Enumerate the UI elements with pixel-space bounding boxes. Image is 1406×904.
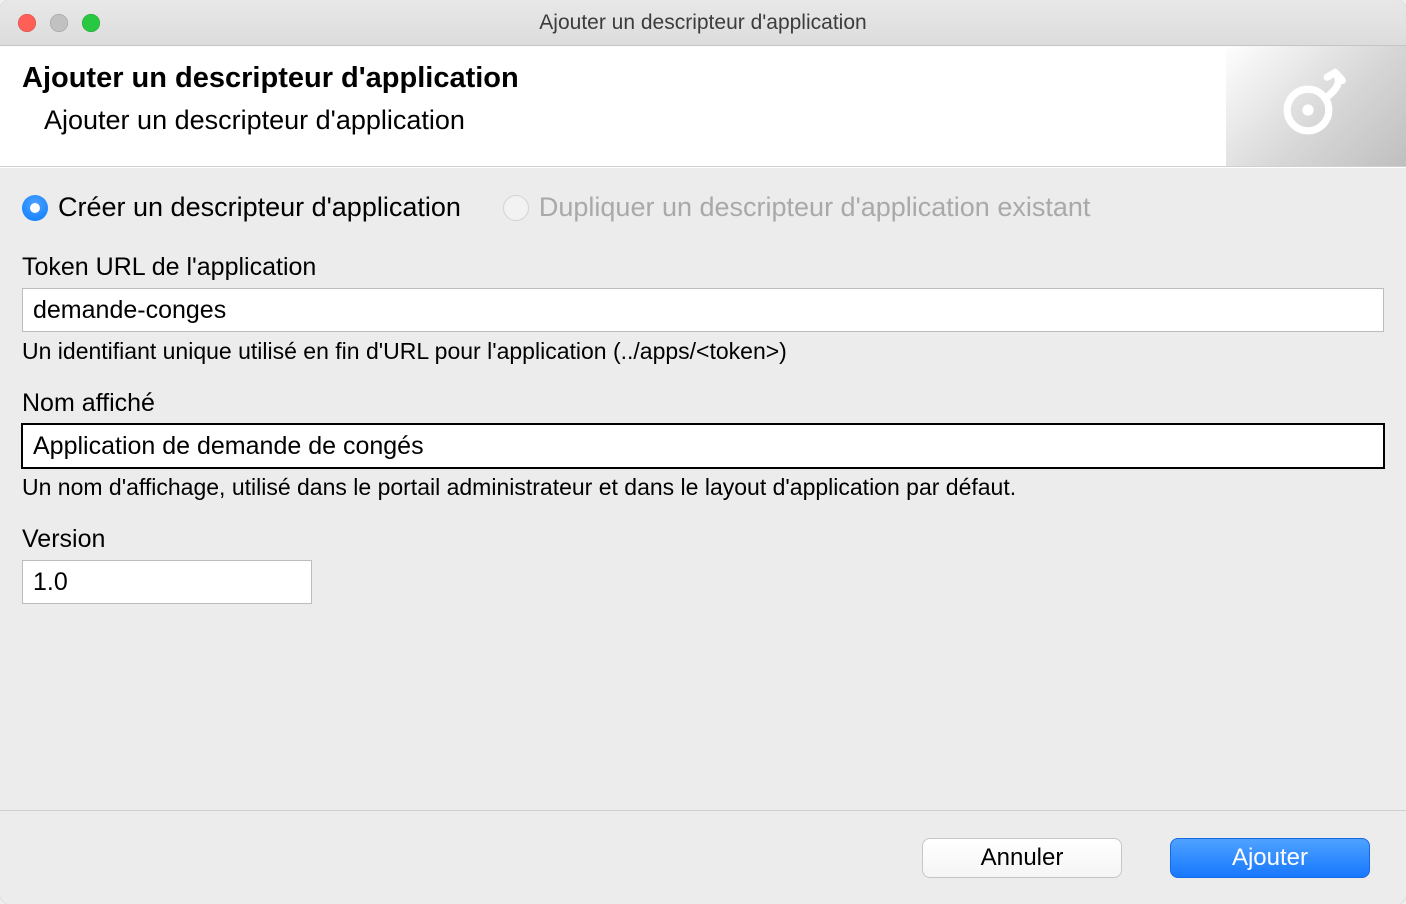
dialog-content: Créer un descripteur d'application Dupli…: [0, 167, 1406, 810]
cancel-button[interactable]: Annuler: [922, 838, 1122, 878]
token-field-group: Token URL de l'application Un identifian…: [22, 253, 1384, 365]
close-window-button[interactable]: [18, 14, 36, 32]
window-title: Ajouter un descripteur d'application: [0, 11, 1406, 35]
header-text-block: Ajouter un descripteur d'application Ajo…: [22, 62, 519, 136]
bonita-logo-icon: [1276, 66, 1356, 146]
version-label: Version: [22, 525, 1384, 554]
token-input[interactable]: [22, 288, 1384, 332]
window-controls: [0, 14, 100, 32]
radio-create-descriptor[interactable]: Créer un descripteur d'application: [22, 192, 461, 223]
display-name-label: Nom affiché: [22, 389, 1384, 418]
radio-button-icon: [503, 195, 529, 221]
version-input[interactable]: [22, 560, 312, 604]
descriptor-mode-radio-group: Créer un descripteur d'application Dupli…: [22, 192, 1384, 223]
token-label: Token URL de l'application: [22, 253, 1384, 282]
display-name-hint: Un nom d'affichage, utilisé dans le port…: [22, 474, 1384, 501]
radio-create-label: Créer un descripteur d'application: [58, 192, 461, 223]
dialog-heading: Ajouter un descripteur d'application: [22, 62, 519, 95]
radio-duplicate-label: Dupliquer un descripteur d'application e…: [539, 192, 1090, 223]
radio-button-icon: [22, 195, 48, 221]
maximize-window-button[interactable]: [82, 14, 100, 32]
dialog-subheading: Ajouter un descripteur d'application: [44, 105, 519, 136]
add-button[interactable]: Ajouter: [1170, 838, 1370, 878]
dialog-footer: Annuler Ajouter: [0, 810, 1406, 904]
dialog-header: Ajouter un descripteur d'application Ajo…: [0, 46, 1406, 167]
radio-duplicate-descriptor: Dupliquer un descripteur d'application e…: [503, 192, 1090, 223]
token-hint: Un identifiant unique utilisé en fin d'U…: [22, 338, 1384, 365]
minimize-window-button[interactable]: [50, 14, 68, 32]
display-name-input[interactable]: [22, 424, 1384, 468]
titlebar: Ajouter un descripteur d'application: [0, 0, 1406, 46]
brand-logo: [1226, 46, 1406, 166]
dialog-window: Ajouter un descripteur d'application Ajo…: [0, 0, 1406, 904]
version-field-group: Version: [22, 525, 1384, 604]
display-name-field-group: Nom affiché Un nom d'affichage, utilisé …: [22, 389, 1384, 501]
